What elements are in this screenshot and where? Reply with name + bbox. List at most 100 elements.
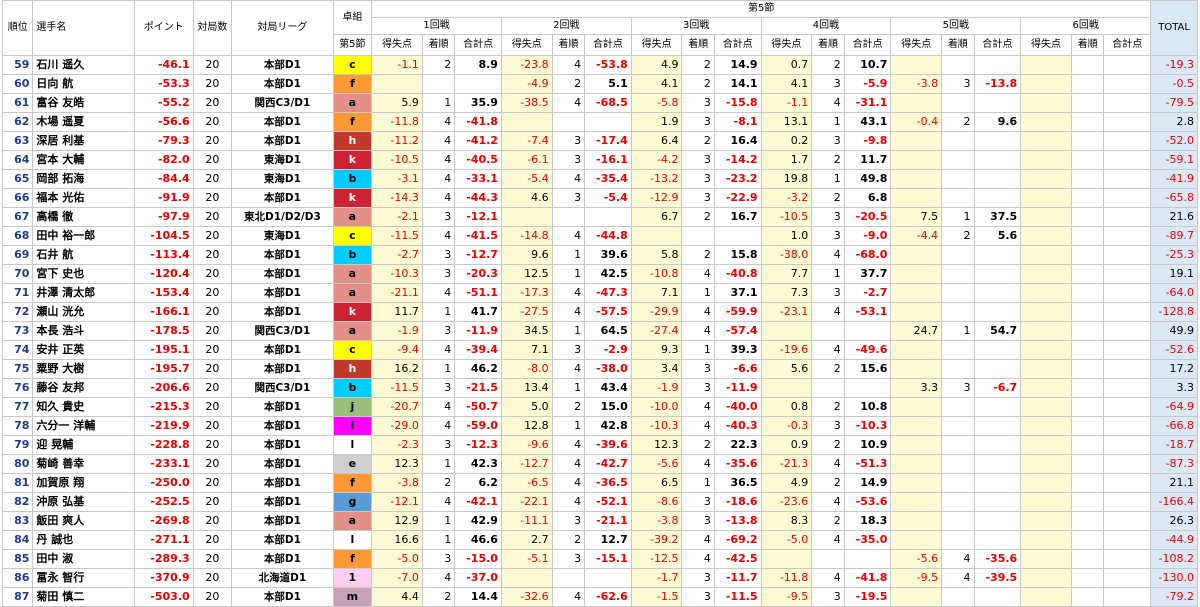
total-cell: -44.9: [1150, 530, 1198, 550]
round-cumulative: -36.5: [584, 473, 632, 493]
table-group-badge: a: [332, 93, 373, 113]
round-place: 3: [681, 492, 715, 512]
rank-cell: 62: [1, 112, 34, 132]
games-cell: 20: [192, 397, 233, 417]
round-cumulative: -20.3: [454, 264, 502, 284]
player-name: 石川 遥久: [32, 55, 135, 75]
round-place: [1070, 340, 1105, 360]
round-cumulative: 43.4: [584, 378, 632, 398]
round-score: -27.4: [630, 321, 683, 341]
round-cumulative: 39.6: [584, 245, 632, 265]
total-cell: -25.3: [1150, 245, 1198, 265]
round-score: -0.4: [890, 112, 943, 132]
round-cumulative: -53.8: [584, 55, 632, 75]
games-cell: 20: [192, 378, 233, 398]
round-cumulative: [973, 511, 1022, 531]
round-score: -1.9: [371, 321, 423, 341]
round-cumulative: 39.3: [713, 340, 762, 360]
header-score: 得失点: [890, 34, 943, 56]
round-score: -5.6: [630, 454, 683, 474]
round-cumulative: -22.9: [713, 188, 762, 208]
player-name: 六分一 洋輔: [32, 416, 135, 436]
total-cell: 49.9: [1150, 321, 1198, 341]
round-place: [941, 188, 975, 208]
round-score: 0.9: [760, 435, 813, 455]
table-row: 73 本長 浩斗 -178.5 20 関西C3/D1 a -1.9 3 -11.9 34.5 1 64…: [1, 321, 1198, 341]
round-place: 2: [681, 435, 715, 455]
round-place: [1070, 150, 1105, 170]
round-place: 1: [551, 416, 586, 436]
total-cell: -79.2: [1150, 587, 1198, 607]
games-cell: 20: [192, 150, 233, 170]
round-place: 3: [811, 416, 845, 436]
table-group-badge: a: [332, 264, 373, 284]
games-cell: 20: [192, 283, 233, 303]
round-score: -32.6: [500, 587, 553, 607]
round-cumulative: [973, 359, 1022, 379]
round-place: 3: [941, 74, 975, 94]
player-name: 岡部 拓海: [32, 169, 135, 189]
round-cumulative: 12.7: [584, 530, 632, 550]
round-score: 4.4: [371, 587, 423, 607]
round-place: [941, 93, 975, 113]
table-group-badge: g: [332, 492, 373, 512]
league-cell: 本部D1: [231, 55, 334, 75]
round-score: [890, 302, 943, 322]
round-cumulative: 16.7: [713, 207, 762, 227]
round-score: -5.0: [760, 530, 813, 550]
round-cumulative: 43.1: [843, 112, 892, 132]
rank-cell: 84: [1, 530, 34, 550]
league-cell: 本部D1: [231, 302, 334, 322]
round-score: -10.5: [760, 207, 813, 227]
round-score: -23.1: [760, 302, 813, 322]
round-score: -8.6: [630, 492, 683, 512]
round-cumulative: 14.4: [454, 587, 502, 607]
round-score: [890, 473, 943, 493]
round-score: -29.0: [371, 416, 423, 436]
games-cell: 20: [192, 264, 233, 284]
round-cumulative: -5.9: [843, 74, 892, 94]
round-cumulative: -14.2: [713, 150, 762, 170]
round-cumulative: [1103, 188, 1152, 208]
table-group-badge: m: [332, 587, 373, 607]
rank-cell: 65: [1, 169, 34, 189]
league-cell: 本部D1: [231, 264, 334, 284]
round-cumulative: 10.9: [843, 435, 892, 455]
player-name: 瀬山 洸允: [32, 302, 135, 322]
round-score: -10.3: [630, 416, 683, 436]
rank-cell: 68: [1, 226, 34, 246]
round-place: 4: [551, 169, 586, 189]
round-cumulative: 5.6: [973, 226, 1022, 246]
league-cell: 本部D1: [231, 549, 334, 569]
round-score: [500, 112, 553, 132]
round-place: 3: [421, 321, 456, 341]
total-cell: -130.0: [1150, 568, 1198, 588]
round-place: 4: [421, 492, 456, 512]
round-score: [890, 492, 943, 512]
games-cell: 20: [192, 473, 233, 493]
round-cumulative: -44.8: [584, 226, 632, 246]
round-score: -14.3: [371, 188, 423, 208]
points-cell: -228.8: [133, 435, 194, 455]
round-place: 3: [421, 378, 456, 398]
round-cumulative: [973, 150, 1022, 170]
round-cumulative: [1103, 169, 1152, 189]
round-place: 1: [421, 302, 456, 322]
points-cell: -178.5: [133, 321, 194, 341]
round-score: -11.8: [371, 112, 423, 132]
round-place: [941, 530, 975, 550]
rank-cell: 74: [1, 340, 34, 360]
rank-cell: 59: [1, 55, 34, 75]
round-cumulative: [1103, 112, 1152, 132]
round-score: 5.8: [630, 245, 683, 265]
round-place: 3: [681, 511, 715, 531]
round-score: [1020, 568, 1072, 588]
round-cumulative: -52.1: [584, 492, 632, 512]
header-place: 着順: [421, 34, 456, 56]
round-score: 0.2: [760, 131, 813, 151]
table-row: 76 藤谷 友邦 -206.6 20 関西C3/D1 b -11.5 3 -21.5 13.4 1 4…: [1, 378, 1198, 398]
round-cumulative: -40.0: [713, 397, 762, 417]
round-place: 4: [551, 55, 586, 75]
table-group-badge: a: [332, 283, 373, 303]
round-score: [1020, 587, 1072, 607]
